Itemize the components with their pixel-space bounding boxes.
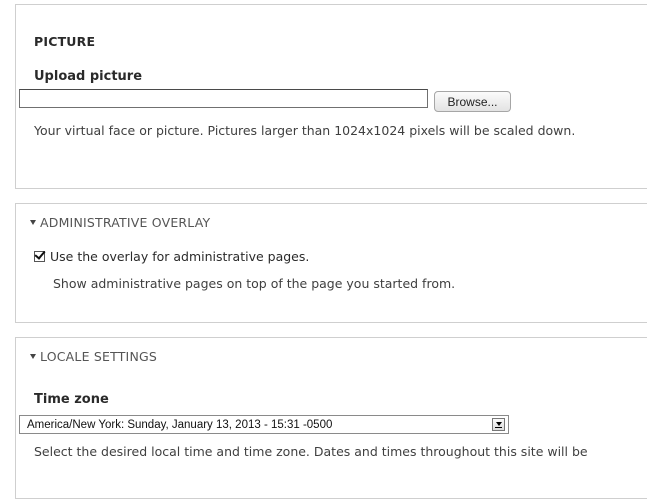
locale-legend-text: LOCALE SETTINGS <box>40 349 158 364</box>
overlay-description: Show administrative pages on top of the … <box>53 276 456 291</box>
timezone-label: Time zone <box>34 392 109 407</box>
overlay-checkbox-row[interactable]: Use the overlay for administrative pages… <box>34 249 309 264</box>
picture-description: Your virtual face or picture. Pictures l… <box>34 123 576 138</box>
locale-legend[interactable]: LOCALE SETTINGS <box>30 349 157 364</box>
overlay-checkbox-label[interactable]: Use the overlay for administrative pages… <box>50 249 309 264</box>
collapse-triangle-icon <box>30 220 36 225</box>
collapse-triangle-icon <box>30 354 36 359</box>
browse-button[interactable]: Browse... <box>434 91 511 112</box>
upload-picture-input[interactable] <box>19 89 428 108</box>
timezone-description: Select the desired local time and time z… <box>34 444 588 459</box>
overlay-legend-text: ADMINISTRATIVE OVERLAY <box>40 215 211 230</box>
overlay-checkbox[interactable] <box>34 251 45 262</box>
overlay-legend[interactable]: ADMINISTRATIVE OVERLAY <box>30 215 210 230</box>
dropdown-arrow-icon[interactable] <box>492 418 505 431</box>
timezone-select[interactable]: America/New York: Sunday, January 13, 20… <box>19 415 509 434</box>
picture-legend: PICTURE <box>34 34 96 49</box>
timezone-select-value: America/New York: Sunday, January 13, 20… <box>27 418 333 431</box>
upload-picture-label: Upload picture <box>34 69 143 84</box>
